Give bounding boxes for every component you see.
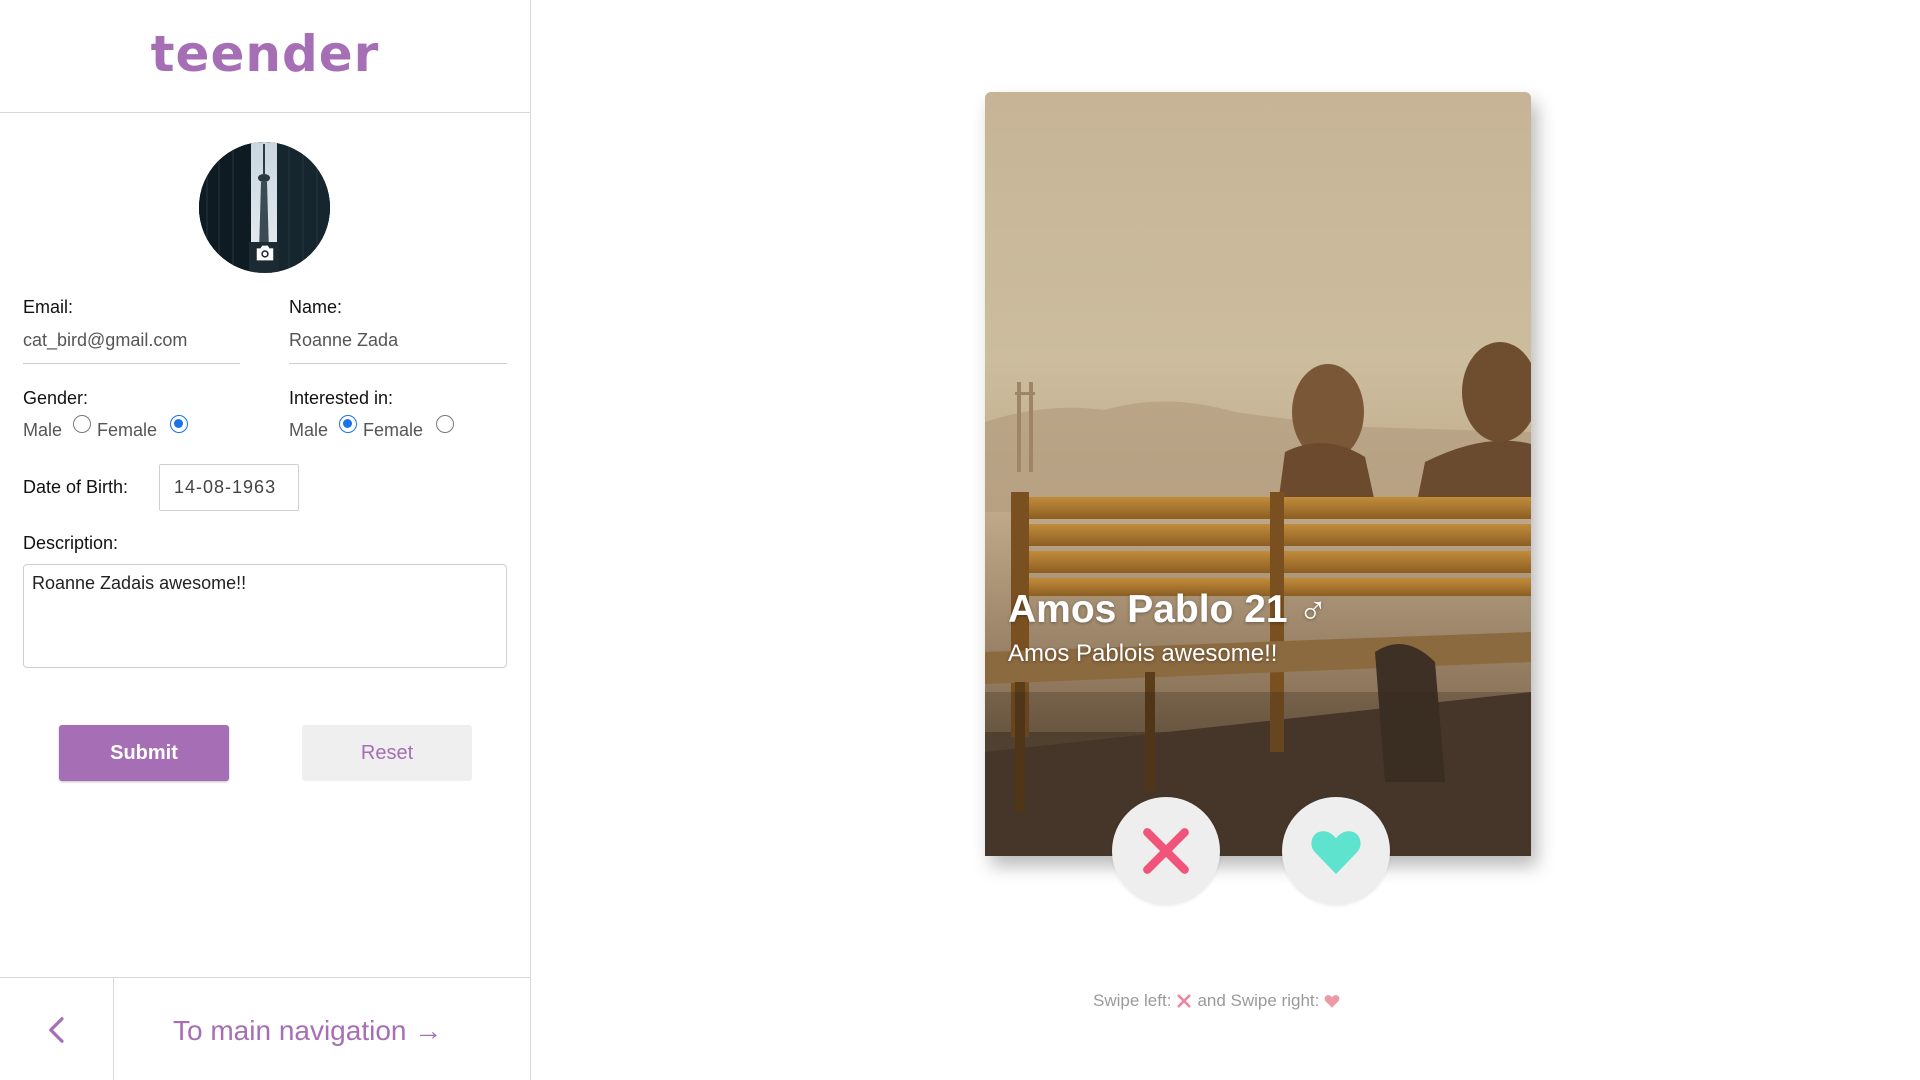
- gender-option-female-label: Female: [97, 420, 158, 440]
- heart-icon: [1311, 831, 1361, 874]
- profile-sidebar: teender Email: cat_bird@gmail.com Name: …: [0, 0, 531, 1080]
- camera-icon[interactable]: [252, 242, 278, 264]
- interested-male-radio[interactable]: [339, 415, 357, 433]
- email-underline: [23, 363, 240, 364]
- brand-logo[interactable]: teender: [151, 25, 380, 83]
- swipe-left-text: Swipe left:: [1093, 991, 1172, 1010]
- heart-icon: [1324, 995, 1340, 1008]
- dislike-button[interactable]: [1112, 797, 1220, 905]
- submit-button[interactable]: Submit: [59, 725, 229, 781]
- interested-female-radio[interactable]: [436, 415, 454, 433]
- like-button[interactable]: [1282, 797, 1390, 905]
- email-label: Email:: [23, 297, 74, 317]
- gender-male-radio[interactable]: [73, 415, 91, 433]
- cross-icon: [1143, 828, 1189, 874]
- name-label: Name:: [289, 297, 343, 317]
- main-navigation-link[interactable]: To main navigation →: [173, 1015, 442, 1047]
- cross-icon: [1177, 994, 1191, 1008]
- profile-card[interactable]: Amos Pablo 21 ♂ Amos Pablois awesome!!: [985, 92, 1531, 856]
- card-photo: [985, 92, 1531, 856]
- interested-label: Interested in:: [289, 388, 394, 408]
- gender-female-radio[interactable]: [170, 415, 188, 433]
- swipe-right-text: and Swipe right:: [1197, 991, 1320, 1010]
- profile-avatar[interactable]: [199, 142, 330, 273]
- dob-label: Date of Birth:: [23, 477, 129, 497]
- description-textarea[interactable]: Roanne Zadais awesome!!: [23, 564, 507, 668]
- reset-button[interactable]: Reset: [302, 725, 472, 781]
- brand-header: teender: [0, 0, 530, 113]
- card-description: Amos Pablois awesome!!: [1008, 640, 1278, 667]
- swipe-hint: Swipe left: and Swipe right:: [1093, 991, 1341, 1011]
- dob-input[interactable]: [159, 464, 299, 511]
- gender-option-male-label: Male: [23, 420, 63, 440]
- card-title: Amos Pablo 21 ♂: [1008, 588, 1328, 631]
- back-button[interactable]: [0, 978, 114, 1080]
- interested-option-female-label: Female: [363, 420, 424, 440]
- chevron-left-icon: [48, 1016, 64, 1043]
- description-label: Description:: [23, 533, 119, 553]
- name-underline: [289, 363, 507, 364]
- name-field[interactable]: Roanne Zada: [289, 330, 398, 351]
- bottom-navigation: To main navigation →: [0, 977, 530, 1080]
- interested-option-male-label: Male: [289, 420, 329, 440]
- email-field[interactable]: cat_bird@gmail.com: [23, 330, 187, 351]
- gender-label: Gender:: [23, 388, 89, 408]
